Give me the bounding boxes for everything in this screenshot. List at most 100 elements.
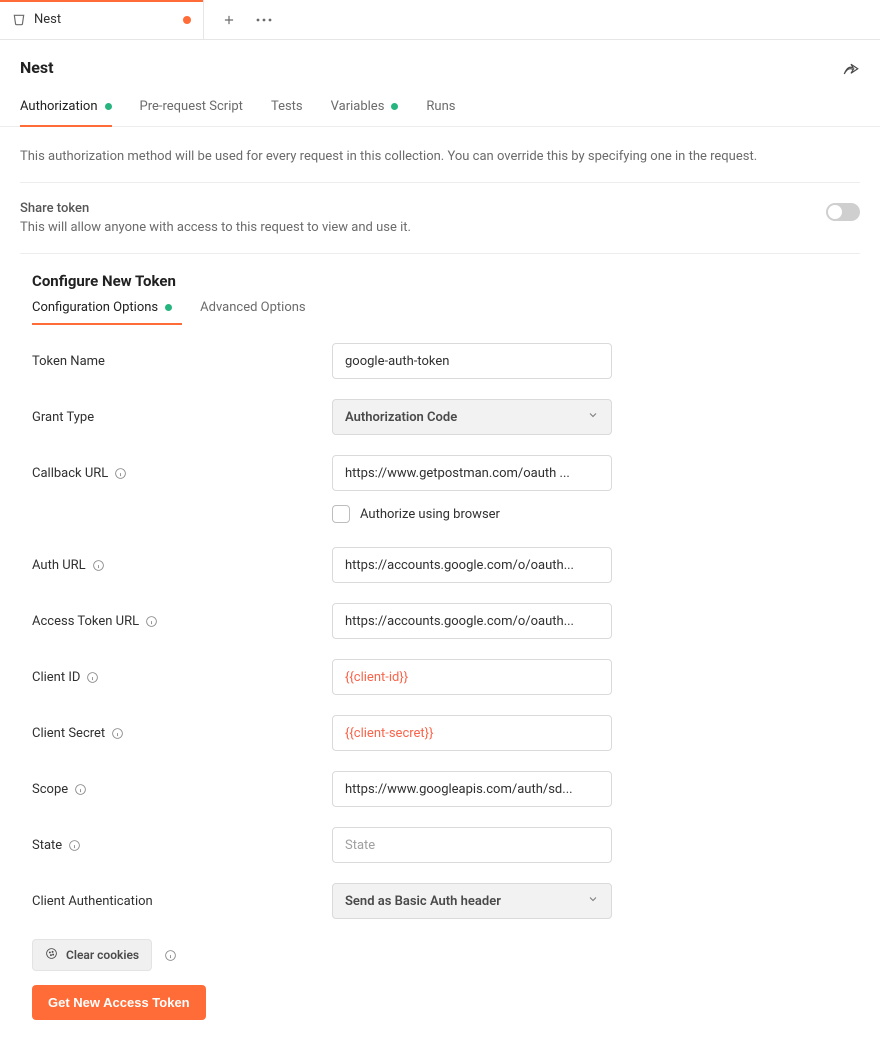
client-auth-select[interactable]: Send as Basic Auth header	[332, 883, 612, 919]
info-icon[interactable]	[92, 559, 105, 572]
share-token-sub: This will allow anyone with access to th…	[20, 220, 411, 235]
subtab-label: Configuration Options	[32, 300, 158, 315]
new-tab-button[interactable]	[222, 13, 236, 27]
label-text: Auth URL	[32, 558, 86, 573]
tab-label: Tests	[271, 99, 303, 114]
top-tabstrip: Nest	[0, 0, 880, 40]
row-client-auth: Client Authentication Send as Basic Auth…	[32, 883, 860, 919]
share-token-text: Share token This will allow anyone with …	[20, 201, 411, 235]
divider	[20, 182, 860, 183]
auth-url-input[interactable]	[332, 547, 612, 583]
share-token-toggle[interactable]	[826, 203, 860, 221]
row-client-secret: Client Secret	[32, 715, 860, 751]
label-callback-url: Callback URL	[32, 466, 332, 481]
chevron-down-icon	[587, 409, 599, 425]
client-secret-input[interactable]	[332, 715, 612, 751]
info-icon[interactable]	[68, 839, 81, 852]
row-client-id: Client ID	[32, 659, 860, 695]
authorize-browser-label: Authorize using browser	[360, 507, 500, 522]
share-token-label: Share token	[20, 201, 411, 216]
section-title: Configure New Token	[32, 272, 860, 290]
label-auth-url: Auth URL	[32, 558, 332, 573]
row-token-name: Token Name	[32, 343, 860, 379]
tab-label: Pre-request Script	[140, 99, 243, 114]
tab-label: Runs	[426, 99, 455, 114]
scope-input[interactable]	[332, 771, 612, 807]
info-icon[interactable]	[114, 467, 127, 480]
access-token-url-input[interactable]	[332, 603, 612, 639]
tab-label: Authorization	[20, 99, 98, 114]
label-client-id: Client ID	[32, 670, 332, 685]
tab-authorization[interactable]: Authorization	[20, 99, 112, 126]
info-icon[interactable]	[145, 615, 158, 628]
label-text: Access Token URL	[32, 614, 139, 629]
tab-runs[interactable]: Runs	[426, 99, 455, 126]
client-id-input[interactable]	[332, 659, 612, 695]
chevron-down-icon	[587, 893, 599, 909]
toggle-knob	[828, 205, 842, 219]
select-value: Authorization Code	[345, 410, 457, 425]
auth-description: This authorization method will be used f…	[20, 149, 860, 164]
share-token-row: Share token This will allow anyone with …	[20, 187, 860, 254]
top-tab-nest[interactable]: Nest	[0, 0, 204, 39]
token-form: Token Name Grant Type Authorization Code	[32, 343, 860, 919]
info-icon[interactable]	[74, 783, 87, 796]
grant-type-select[interactable]: Authorization Code	[332, 399, 612, 435]
content-area: This authorization method will be used f…	[0, 127, 880, 1040]
top-tab-actions	[204, 0, 290, 39]
row-callback-url: Callback URL	[32, 455, 860, 491]
status-dot-icon	[391, 103, 398, 110]
config-subtabs: Configuration Options Advanced Options	[32, 300, 860, 325]
status-dot-icon	[165, 304, 172, 311]
state-input[interactable]	[332, 827, 612, 863]
tab-label: Variables	[331, 99, 385, 114]
label-text: Client Secret	[32, 726, 105, 741]
label-access-token-url: Access Token URL	[32, 614, 332, 629]
row-auth-url: Auth URL	[32, 547, 860, 583]
label-token-name: Token Name	[32, 354, 332, 369]
callback-url-input[interactable]	[332, 455, 612, 491]
collection-title: Nest	[20, 58, 54, 77]
collection-icon	[12, 13, 26, 27]
authorize-browser-checkbox[interactable]	[332, 505, 350, 523]
label-text: Token Name	[32, 354, 105, 369]
subtab-label: Advanced Options	[200, 300, 305, 315]
unsaved-dot-icon	[183, 16, 191, 24]
cookie-icon	[45, 947, 58, 963]
tab-tests[interactable]: Tests	[271, 99, 303, 126]
subtab-config-options[interactable]: Configuration Options	[32, 300, 172, 325]
get-new-access-token-button[interactable]: Get New Access Token	[32, 985, 206, 1020]
label-client-secret: Client Secret	[32, 726, 332, 741]
row-grant-type: Grant Type Authorization Code	[32, 399, 860, 435]
button-label: Clear cookies	[66, 948, 139, 962]
row-state: State	[32, 827, 860, 863]
select-value: Send as Basic Auth header	[345, 894, 501, 909]
top-tab-label: Nest	[34, 12, 175, 27]
label-scope: Scope	[32, 782, 332, 797]
request-tabs: Authorization Pre-request Script Tests V…	[0, 99, 880, 127]
label-client-auth: Client Authentication	[32, 894, 332, 909]
tab-variables[interactable]: Variables	[331, 99, 399, 126]
label-text: Scope	[32, 782, 68, 797]
clear-cookies-button[interactable]: Clear cookies	[32, 939, 152, 971]
row-authorize-browser: Authorize using browser	[332, 505, 612, 523]
title-bar: Nest	[0, 40, 880, 85]
row-access-token-url: Access Token URL	[32, 603, 860, 639]
button-label: Get New Access Token	[48, 995, 190, 1010]
more-tabs-button[interactable]	[256, 18, 272, 22]
share-icon[interactable]	[842, 59, 860, 77]
label-text: Grant Type	[32, 410, 94, 425]
label-text: State	[32, 838, 62, 853]
token-name-input[interactable]	[332, 343, 612, 379]
status-dot-icon	[105, 103, 112, 110]
info-icon[interactable]	[86, 671, 99, 684]
tab-prerequest[interactable]: Pre-request Script	[140, 99, 243, 126]
label-state: State	[32, 838, 332, 853]
subtab-advanced-options[interactable]: Advanced Options	[200, 300, 305, 325]
info-icon[interactable]	[111, 727, 124, 740]
label-grant-type: Grant Type	[32, 410, 332, 425]
info-icon[interactable]	[164, 949, 177, 962]
row-scope: Scope	[32, 771, 860, 807]
label-text: Client ID	[32, 670, 80, 685]
label-text: Callback URL	[32, 466, 108, 481]
